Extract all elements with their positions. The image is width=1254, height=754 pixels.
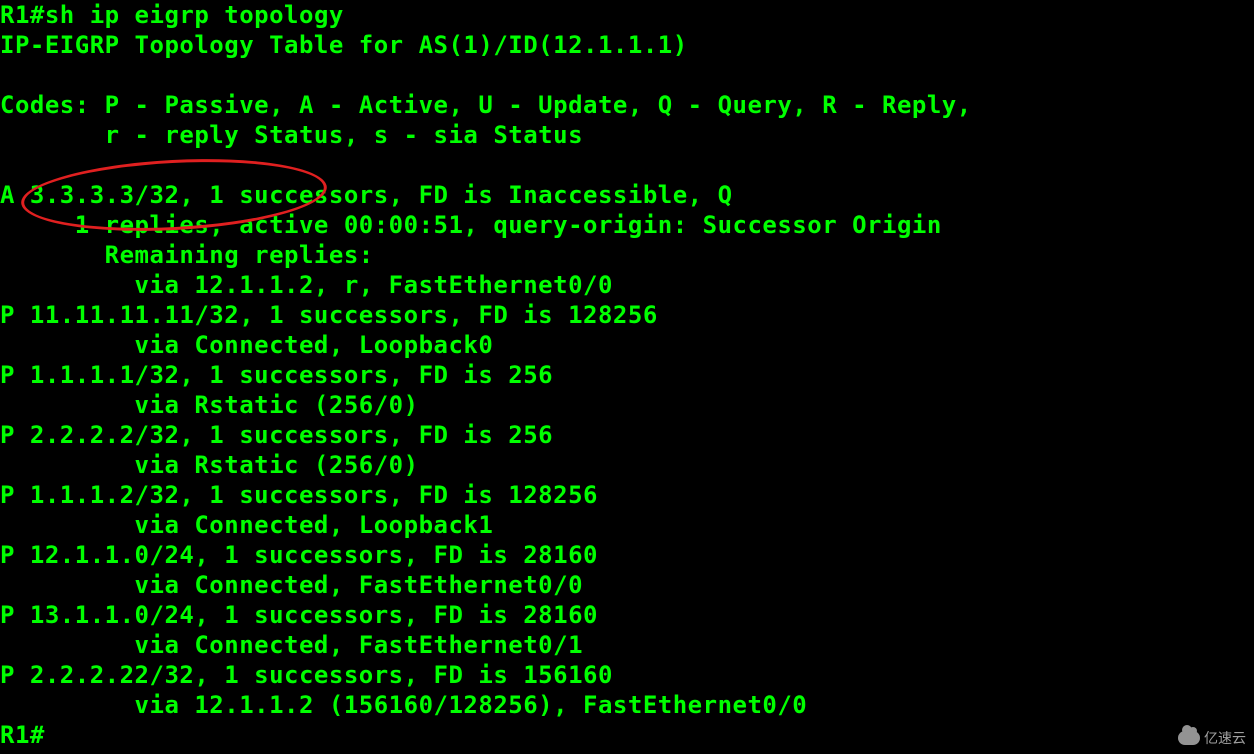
watermark-text: 亿速云 [1204,728,1246,748]
terminal-output[interactable]: R1#sh ip eigrp topology IP-EIGRP Topolog… [0,0,1254,750]
topology-entry: P 2.2.2.2/32, 1 successors, FD is 256 [0,421,553,449]
topology-subline: via Connected, FastEthernet0/1 [0,631,583,659]
topology-subline: via Rstatic (256/0) [0,451,419,479]
command-text: sh ip eigrp topology [45,1,344,29]
topology-entry: P 11.11.11.11/32, 1 successors, FD is 12… [0,301,658,329]
topology-entry: P 12.1.1.0/24, 1 successors, FD is 28160 [0,541,598,569]
topology-entry: P 1.1.1.1/32, 1 successors, FD is 256 [0,361,553,389]
topology-subline: via 12.1.1.2 (156160/128256), FastEthern… [0,691,807,719]
codes-line-2: r - reply Status, s - sia Status [0,121,583,149]
topology-header: IP-EIGRP Topology Table for AS(1)/ID(12.… [0,31,688,59]
watermark: 亿速云 [1178,728,1246,748]
codes-line-1: Codes: P - Passive, A - Active, U - Upda… [0,91,972,119]
cloud-icon [1178,731,1200,745]
topology-entry: P 1.1.1.2/32, 1 successors, FD is 128256 [0,481,598,509]
topology-subline: via Rstatic (256/0) [0,391,419,419]
prompt: R1# [0,1,45,29]
topology-subline: via Connected, FastEthernet0/0 [0,571,583,599]
trailing-prompt: R1# [0,721,45,749]
topology-subline: Remaining replies: [0,241,374,269]
topology-subline: via Connected, Loopback1 [0,511,493,539]
topology-subline: 1 replies, active 00:00:51, query-origin… [0,211,942,239]
topology-entry: P 2.2.2.22/32, 1 successors, FD is 15616… [0,661,613,689]
topology-entry: P 13.1.1.0/24, 1 successors, FD is 28160 [0,601,598,629]
topology-subline: via 12.1.1.2, r, FastEthernet0/0 [0,271,613,299]
topology-subline: via Connected, Loopback0 [0,331,493,359]
topology-entry: A 3.3.3.3/32, 1 successors, FD is Inacce… [0,181,733,209]
